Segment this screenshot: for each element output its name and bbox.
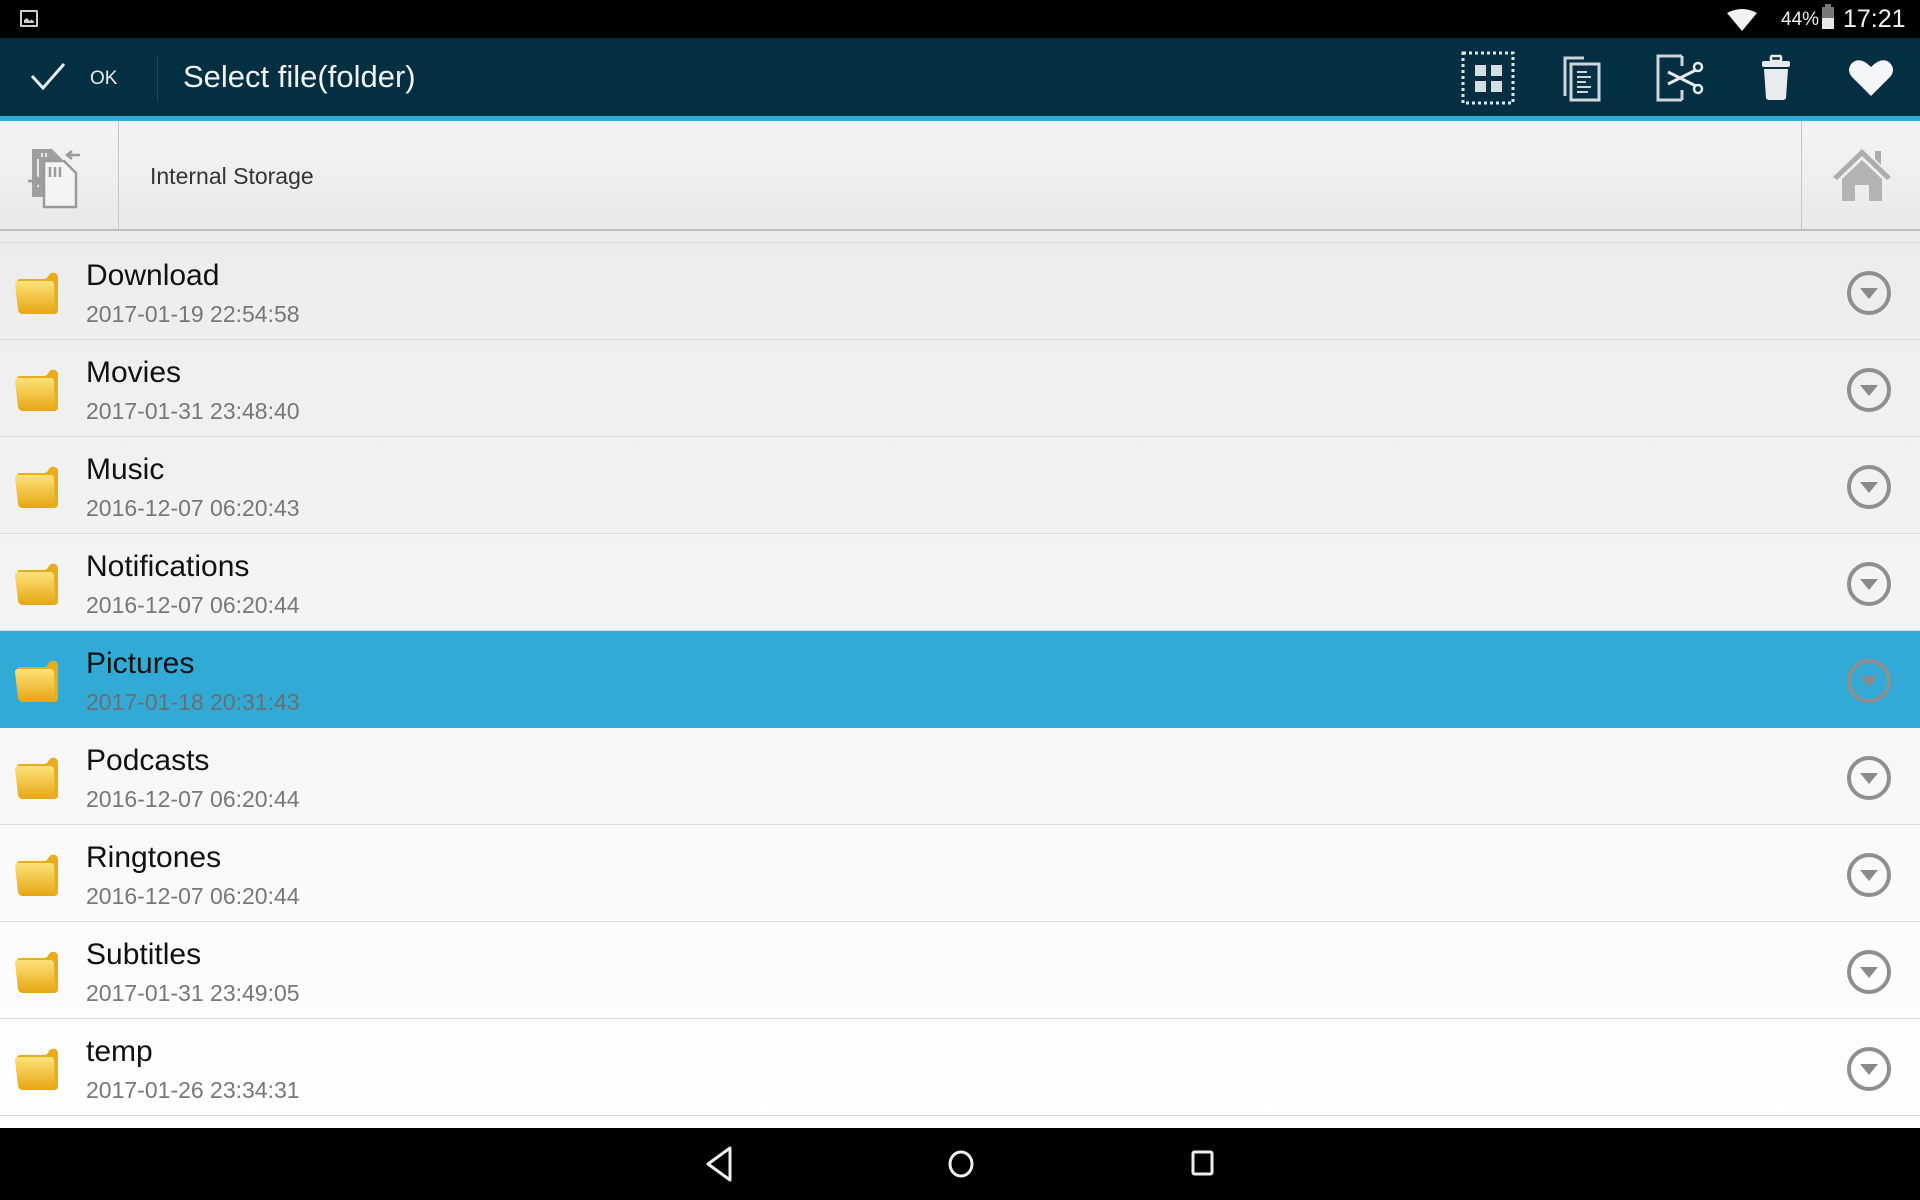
file-date: 2017-01-31 23:48:40 [86,398,300,424]
folder-icon [15,951,58,993]
copy-button[interactable] [1556,50,1612,106]
item-options-button[interactable] [1845,560,1893,608]
sd-card-switch-icon [28,149,80,209]
home-icon [1833,149,1891,201]
item-options-button[interactable] [1845,754,1893,802]
cut-button[interactable] [1652,50,1708,106]
file-date: 2017-01-19 22:54:58 [86,301,300,327]
nav-home-button[interactable] [939,1142,983,1186]
trash-icon [1762,54,1790,100]
file-list-item[interactable]: Ringtones 2016-12-07 06:20:44 [0,825,1920,922]
file-date: 2017-01-31 23:49:05 [86,980,300,1006]
file-date: 2016-12-07 06:20:44 [86,786,300,812]
item-options-button[interactable] [1845,1045,1893,1093]
back-triangle-icon [706,1146,732,1182]
battery-percentage: 44% [1781,9,1820,30]
select-all-button[interactable] [1460,50,1516,106]
copy-icon [1563,56,1601,102]
item-options-button[interactable] [1845,463,1893,511]
file-name: Pictures [86,647,195,680]
recents-square-icon [1191,1150,1214,1176]
check-icon [30,63,66,91]
dropdown-circle-icon [1847,756,1891,800]
home-button[interactable] [1801,121,1920,229]
file-list-item[interactable]: temp 2017-01-26 23:34:31 [0,1019,1920,1116]
dropdown-circle-icon [1847,659,1891,703]
item-options-button[interactable] [1845,657,1893,705]
battery-icon [1822,4,1834,29]
folder-icon [15,660,58,702]
ok-label: OK [90,68,118,89]
wifi-icon [1727,9,1757,31]
dropdown-circle-icon [1847,562,1891,606]
file-name: Music [86,453,165,486]
folder-icon [15,757,58,799]
ok-button[interactable]: OK [0,38,157,116]
action-toolbar: OK Select file(folder) [0,38,1920,121]
home-circle-icon [948,1150,974,1178]
file-list-item[interactable]: Movies 2017-01-31 23:48:40 [0,340,1920,437]
navigation-bar [0,1128,1920,1200]
dropdown-circle-icon [1847,853,1891,897]
file-date: 2017-01-26 23:34:31 [86,1077,300,1103]
file-date: 2016-12-07 06:20:43 [86,495,300,521]
file-date: 2017-01-18 20:31:43 [86,689,300,715]
file-name: Movies [86,356,182,389]
file-list-item[interactable]: Subtitles 2017-01-31 23:49:05 [0,922,1920,1019]
dropdown-circle-icon [1847,1047,1891,1091]
dropdown-circle-icon [1847,950,1891,994]
item-options-button[interactable] [1845,366,1893,414]
file-date: 2016-12-07 06:20:44 [86,883,300,909]
toolbar-divider [157,56,158,102]
file-name: Ringtones [86,841,222,874]
dropdown-circle-icon [1847,271,1891,315]
file-date: 2016-12-07 06:20:44 [86,592,300,618]
favorite-button[interactable] [1843,50,1899,106]
folder-icon [15,369,58,411]
file-list[interactable]: Download 2017-01-19 22:54:58 Movies 2017… [0,231,1920,1128]
file-list-item[interactable]: Music 2016-12-07 06:20:43 [0,437,1920,534]
file-picker-screen: 44% 17:21 OK Select file(folder) Interna… [0,0,1920,1200]
delete-button[interactable] [1748,50,1804,106]
clock: 17:21 [1843,5,1906,33]
heart-icon [1849,60,1893,96]
cut-icon [1656,54,1704,102]
file-list-item[interactable]: Podcasts 2016-12-07 06:20:44 [0,728,1920,825]
folder-icon [15,563,58,605]
folder-icon [15,854,58,896]
folder-icon [15,272,58,314]
path-bar: Internal Storage [0,121,1920,231]
list-top-divider [0,231,1920,243]
page-title: Select file(folder) [183,59,416,94]
file-name: Notifications [86,550,250,583]
file-list-item[interactable]: Notifications 2016-12-07 06:20:44 [0,534,1920,631]
select-all-grid-icon [1461,51,1515,105]
item-options-button[interactable] [1845,948,1893,996]
nav-recents-button[interactable] [1181,1142,1225,1186]
file-name: temp [86,1035,153,1068]
storage-switch-button[interactable] [0,121,119,229]
item-options-button[interactable] [1845,851,1893,899]
image-notification-icon [20,10,38,27]
file-list-item[interactable]: Download 2017-01-19 22:54:58 [0,243,1920,340]
dropdown-circle-icon [1847,465,1891,509]
file-name: Download [86,259,220,292]
item-options-button[interactable] [1845,269,1893,317]
folder-icon [15,1048,58,1090]
folder-icon [15,466,58,508]
file-name: Subtitles [86,938,202,971]
current-path[interactable]: Internal Storage [150,163,314,190]
nav-back-button[interactable] [698,1142,742,1186]
file-list-item[interactable]: Pictures 2017-01-18 20:31:43 [0,631,1920,728]
dropdown-circle-icon [1847,368,1891,412]
file-name: Podcasts [86,744,210,777]
status-bar: 44% 17:21 [0,0,1920,38]
